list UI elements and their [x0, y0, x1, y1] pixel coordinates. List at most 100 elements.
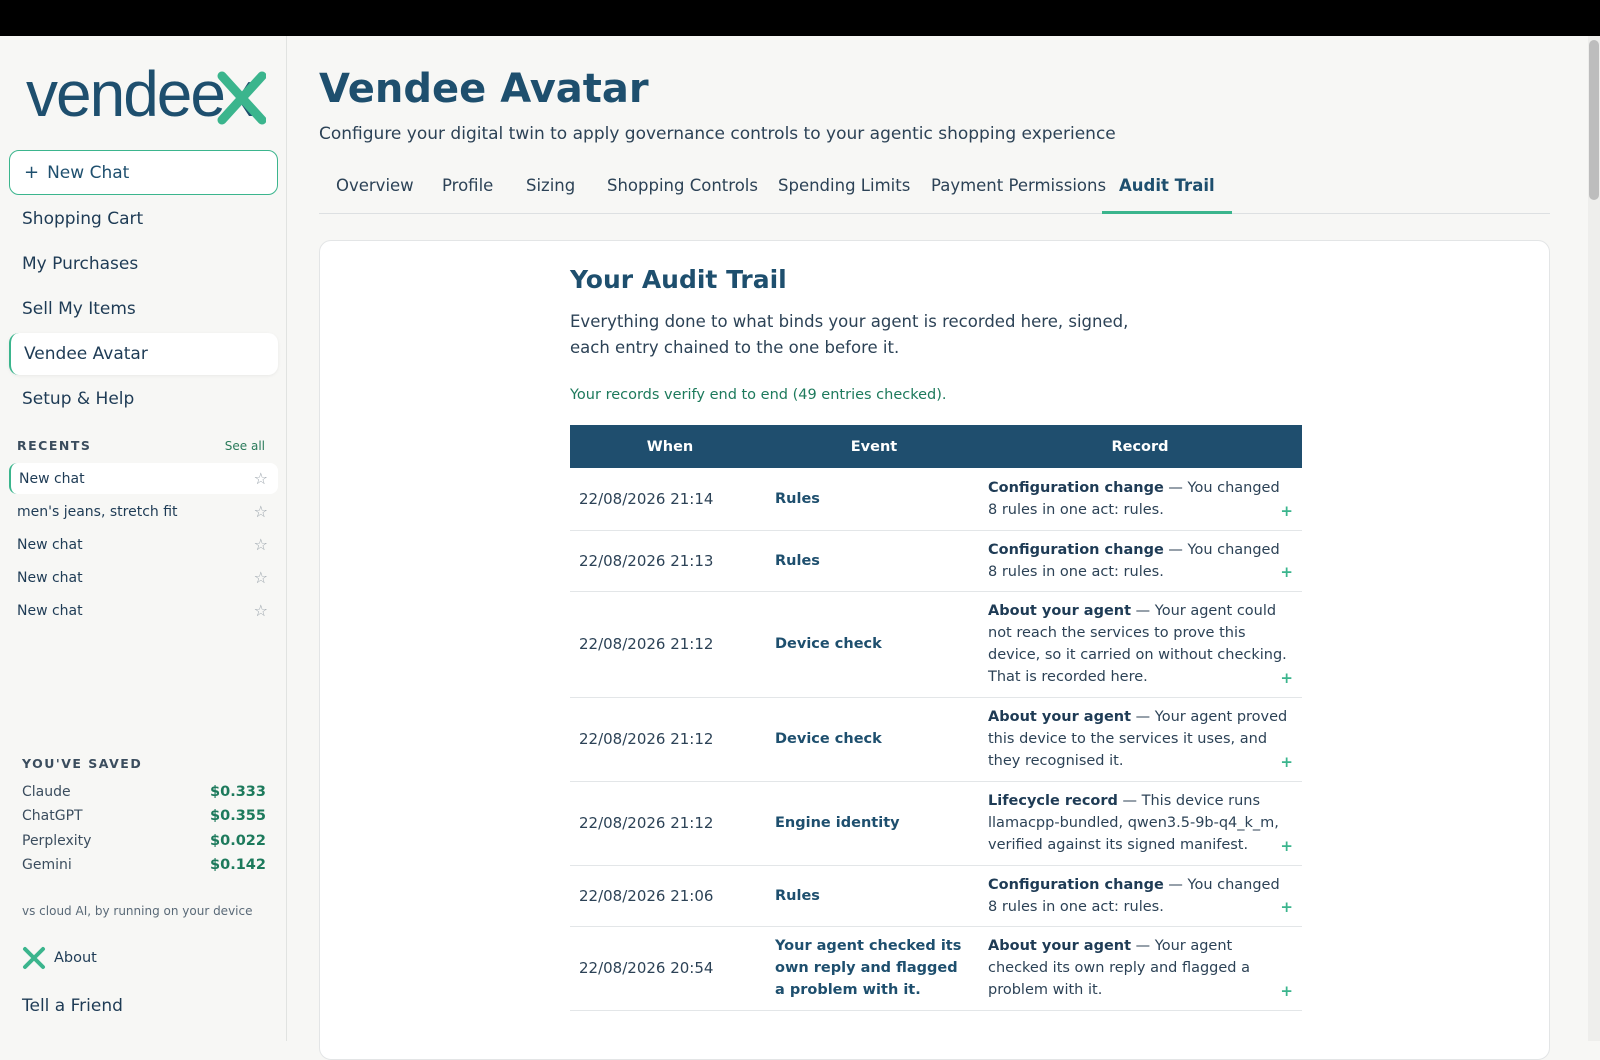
- verify-status: Your records verify end to end (49 entri…: [570, 387, 947, 403]
- expand-icon[interactable]: +: [1280, 751, 1293, 773]
- browser-top-bar: [0, 0, 1600, 36]
- sidebar-item-setup-help[interactable]: Setup & Help: [9, 378, 278, 420]
- plus-icon: +: [24, 162, 40, 183]
- row-when: 22/08/2026 20:54: [570, 926, 770, 1011]
- saved-provider: Claude: [22, 784, 71, 800]
- recent-chat-item[interactable]: men's jeans, stretch fit ☆: [9, 496, 278, 527]
- row-event[interactable]: Rules: [770, 530, 978, 592]
- star-icon[interactable]: ☆: [254, 469, 268, 488]
- table-row[interactable]: 22/08/2026 21:12 Engine identity Lifecyc…: [570, 781, 1302, 866]
- scrollbar-thumb[interactable]: [1589, 40, 1599, 200]
- row-event[interactable]: Rules: [770, 468, 978, 531]
- table-row[interactable]: 22/08/2026 21:14 Rules Configuration cha…: [570, 468, 1302, 531]
- saved-amount: $0.142: [210, 857, 266, 873]
- row-record: About your agent — Your agent proved thi…: [978, 697, 1302, 782]
- see-all-link[interactable]: See all: [225, 439, 265, 453]
- sidebar-item-my-purchases[interactable]: My Purchases: [9, 243, 278, 285]
- recent-chat-item[interactable]: New chat ☆: [9, 595, 278, 626]
- saved-row: Perplexity $0.022: [22, 833, 266, 849]
- expand-icon[interactable]: +: [1280, 980, 1293, 1002]
- sidebar-item-sell-my-items[interactable]: Sell My Items: [9, 288, 278, 330]
- sidebar-item-shopping-cart[interactable]: Shopping Cart: [9, 198, 278, 240]
- row-record: About your agent — Your agent could not …: [978, 591, 1302, 698]
- tab-overview[interactable]: Overview: [319, 176, 431, 214]
- table-row[interactable]: 22/08/2026 21:12 Device check About your…: [570, 591, 1302, 698]
- recent-chat-label: New chat: [19, 470, 85, 487]
- recent-chat-label: New chat: [17, 536, 83, 553]
- audit-title: Your Audit Trail: [570, 265, 787, 294]
- new-chat-label: New Chat: [47, 162, 130, 183]
- row-when: 22/08/2026 21:06: [570, 865, 770, 927]
- row-record: Lifecycle record — This device runs llam…: [978, 781, 1302, 866]
- sidebar-item-vendee-avatar[interactable]: Vendee Avatar: [9, 333, 278, 375]
- record-head: About your agent: [988, 938, 1132, 954]
- recent-chat-item[interactable]: New chat ☆: [9, 463, 278, 494]
- audit-table: When Event Record 22/08/2026 21:14 Rules…: [570, 425, 1302, 1011]
- audit-panel: Your Audit Trail Everything done to what…: [319, 240, 1550, 1060]
- recent-chat-item[interactable]: New chat ☆: [9, 562, 278, 593]
- record-head: Configuration change: [988, 876, 1164, 893]
- page-title: Vendee Avatar: [319, 66, 649, 112]
- expand-icon[interactable]: +: [1280, 667, 1293, 689]
- recent-chat-label: men's jeans, stretch fit: [17, 503, 178, 520]
- row-event[interactable]: Device check: [770, 591, 978, 698]
- row-when: 22/08/2026 21:13: [570, 530, 770, 592]
- expand-icon[interactable]: +: [1280, 500, 1293, 522]
- recents-title: RECENTS: [17, 438, 92, 453]
- recent-chat-item[interactable]: New chat ☆: [9, 529, 278, 560]
- sidebar: vendeex + New Chat Shopping Cart My Purc…: [0, 36, 287, 1041]
- record-head: About your agent: [988, 709, 1132, 725]
- record-head: Lifecycle record: [988, 793, 1118, 809]
- star-icon[interactable]: ☆: [254, 535, 268, 554]
- main-content: Vendee Avatar Configure your digital twi…: [288, 36, 1550, 1060]
- row-record: Configuration change — You changed 8 rul…: [978, 530, 1302, 592]
- tab-shopping-controls[interactable]: Shopping Controls: [590, 176, 775, 214]
- table-header-row: When Event Record: [570, 425, 1302, 468]
- table-row[interactable]: 22/08/2026 21:12 Device check About your…: [570, 697, 1302, 782]
- row-record: Configuration change — You changed 8 rul…: [978, 468, 1302, 531]
- table-row[interactable]: 22/08/2026 21:06 Rules Configuration cha…: [570, 865, 1302, 927]
- column-header-record: Record: [1111, 438, 1169, 455]
- saved-title: YOU'VE SAVED: [22, 756, 143, 771]
- row-when: 22/08/2026 21:12: [570, 697, 770, 782]
- tab-audit-trail[interactable]: Audit Trail: [1102, 176, 1232, 214]
- record-head: About your agent: [988, 603, 1132, 619]
- row-record: Configuration change — You changed 8 rul…: [978, 865, 1302, 927]
- row-event[interactable]: Rules: [770, 865, 978, 927]
- recent-chat-label: New chat: [17, 602, 83, 619]
- tab-payment-permissions[interactable]: Payment Permissions: [914, 176, 1123, 214]
- tab-spending-limits[interactable]: Spending Limits: [761, 176, 927, 214]
- tab-profile[interactable]: Profile: [425, 176, 510, 214]
- column-header-event: Event: [850, 438, 898, 455]
- expand-icon[interactable]: +: [1280, 896, 1293, 918]
- expand-icon[interactable]: +: [1280, 835, 1293, 857]
- star-icon[interactable]: ☆: [254, 568, 268, 587]
- saved-note: vs cloud AI, by running on your device: [22, 904, 253, 918]
- about-label: About: [54, 950, 97, 966]
- expand-icon[interactable]: +: [1280, 561, 1293, 583]
- row-when: 22/08/2026 21:12: [570, 781, 770, 866]
- table-row[interactable]: 22/08/2026 20:54 Your agent checked its …: [570, 926, 1302, 1011]
- about-link[interactable]: About: [22, 946, 97, 970]
- vendeex-logo[interactable]: vendeex: [26, 66, 266, 126]
- tab-sizing[interactable]: Sizing: [509, 176, 592, 214]
- star-icon[interactable]: ☆: [254, 601, 268, 620]
- row-event[interactable]: Device check: [770, 697, 978, 782]
- row-event[interactable]: Engine identity: [770, 781, 978, 866]
- tab-bar: Overview Profile Sizing Shopping Control…: [319, 176, 1550, 214]
- page-subtitle: Configure your digital twin to apply gov…: [319, 124, 1116, 144]
- saved-row: Claude $0.333: [22, 784, 266, 800]
- saved-provider: ChatGPT: [22, 808, 83, 824]
- table-row[interactable]: 22/08/2026 21:13 Rules Configuration cha…: [570, 530, 1302, 592]
- row-event[interactable]: Your agent checked its own reply and fla…: [770, 926, 978, 1011]
- record-head: Configuration change: [988, 479, 1164, 496]
- saved-row: Gemini $0.142: [22, 857, 266, 873]
- tell-a-friend-link[interactable]: Tell a Friend: [22, 996, 123, 1016]
- star-icon[interactable]: ☆: [254, 502, 268, 521]
- column-header-when: When: [646, 438, 694, 455]
- saved-amount: $0.355: [210, 808, 266, 824]
- record-head: Configuration change: [988, 541, 1164, 558]
- vendeex-x-icon: [23, 947, 45, 969]
- new-chat-button[interactable]: + New Chat: [9, 150, 278, 195]
- recents-header: RECENTS See all: [17, 438, 265, 453]
